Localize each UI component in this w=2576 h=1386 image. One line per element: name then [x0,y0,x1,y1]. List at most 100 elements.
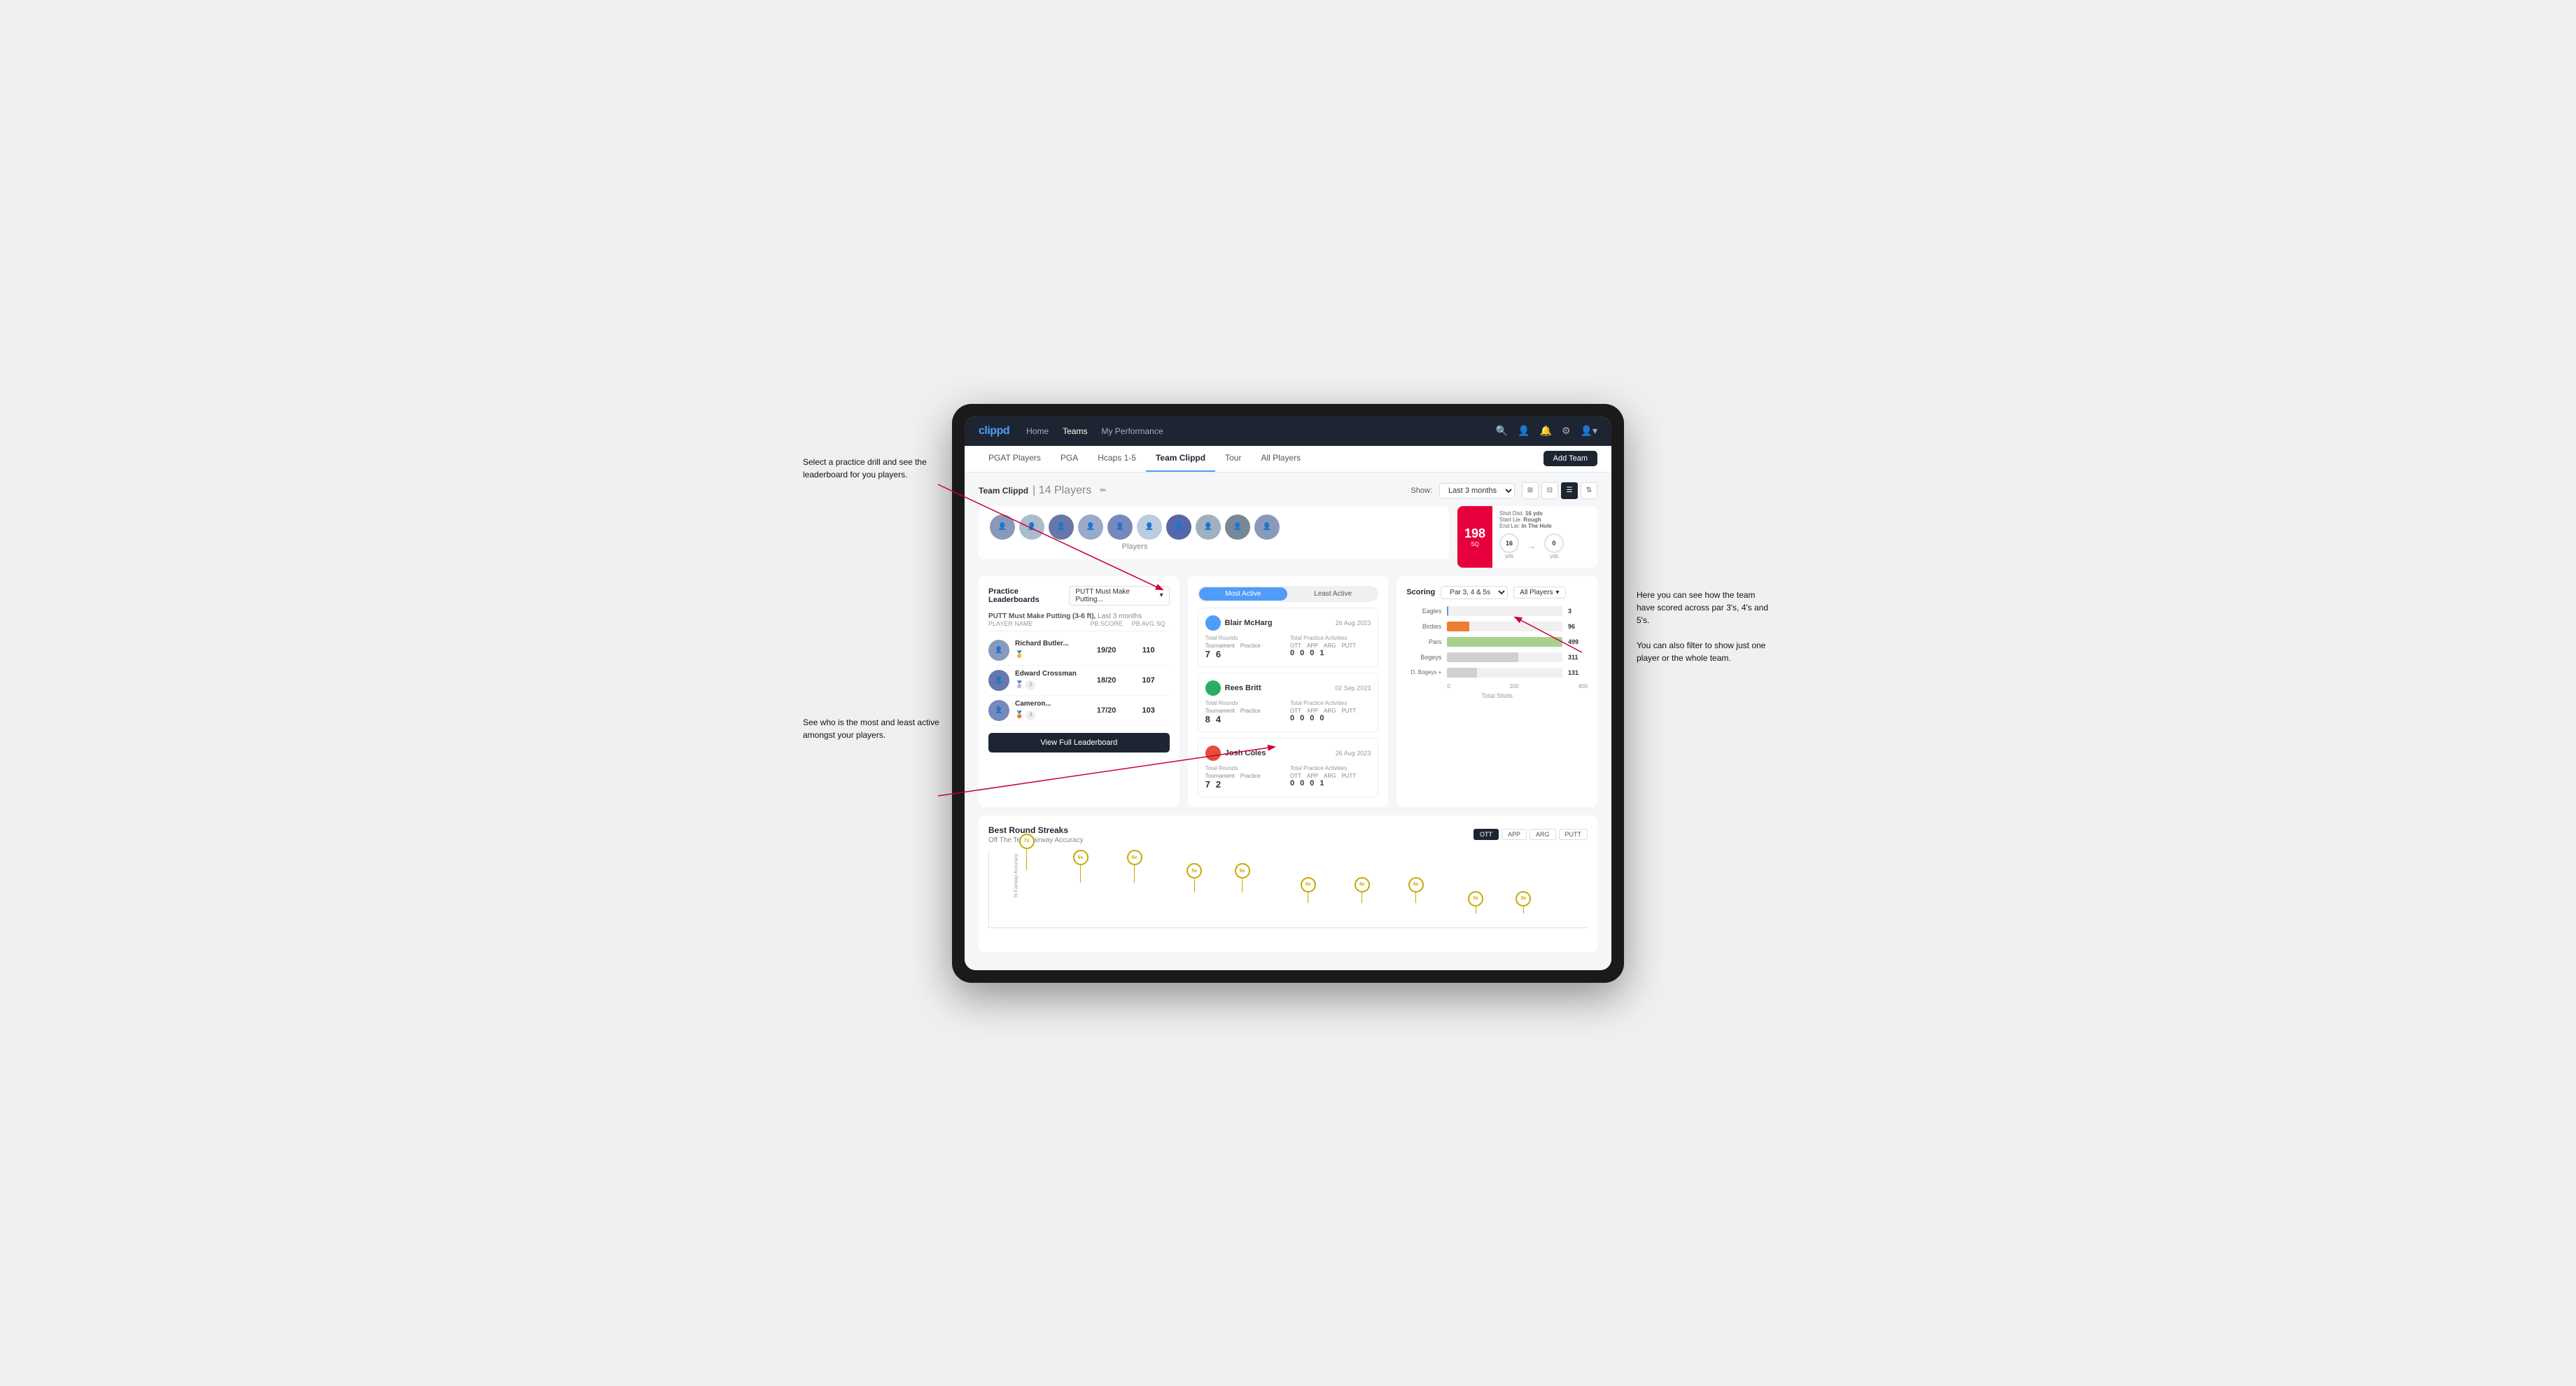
streak-dot-circle-5x-1: 5x [1186,863,1202,878]
shot-info: Shot Dist: 16 yds Start Lie: Rough End L… [1492,506,1597,568]
all-players-filter[interactable]: All Players ▾ [1513,587,1565,598]
nav-home[interactable]: Home [1026,425,1049,438]
player-avatar-3[interactable]: 👤 [1049,514,1074,540]
leaderboard-subtitle: PUTT Must Make Putting (3-6 ft), Last 3 … [988,612,1170,620]
streak-dot-3x-2: 3x [1516,891,1531,913]
pac-practice-2: 4 [1216,714,1221,724]
pac-rounds-sub-1: TournamentPractice [1205,643,1286,649]
players-and-shot: 👤 👤 👤 👤 👤 👤 👤 👤 👤 👤 [979,506,1597,568]
subnav-all-players[interactable]: All Players [1251,445,1310,472]
bar-count-dbogeys: 131 [1568,669,1588,676]
pac-arg-1: 0 [1310,649,1314,657]
pac-rounds-values-2: 8 4 [1205,714,1286,724]
pac-avatar-3 [1205,746,1221,761]
streaks-filter-ott[interactable]: OTT [1474,829,1499,840]
show-select[interactable]: Last 3 months Last 6 months Last year [1439,483,1515,498]
shot-end-lie: End Lie: In The Hole [1499,523,1590,529]
view-sort-btn[interactable]: ⇅ [1581,482,1597,499]
team-count: | 14 Players [1032,484,1091,497]
settings-icon[interactable]: ⚙ [1562,425,1571,437]
streaks-filter-putt[interactable]: PUTT [1559,829,1588,840]
pac-stats-3: Total Rounds TournamentPractice 7 2 [1205,765,1371,790]
pac-rounds-label-1: Total Rounds [1205,635,1286,641]
yds-circle-1: 16 [1499,533,1519,553]
lb-row-2[interactable]: 👤 Edward Crossman 🥈 2 18/20 107 [988,666,1170,696]
team-title: Team Clippd [979,486,1028,496]
player-avatar-7[interactable]: 👤 [1166,514,1191,540]
bar-track-birdies [1447,622,1562,631]
streak-chart-area: 7x 6x 6x [988,851,1588,928]
streaks-filter-arg[interactable]: ARG [1530,829,1556,840]
activity-card-3[interactable]: Josh Coles 26 Aug 2023 Total Rounds Tour… [1198,738,1379,797]
streak-dot-circle-7x: 7x [1019,834,1035,849]
scoring-panel: Scoring Par 3, 4 & 5s Par 3s Par 4s Par … [1396,576,1597,807]
xaxis-200: 200 [1510,683,1519,690]
pac-putt-1: 1 [1320,649,1324,657]
pac-header-2: Rees Britt 02 Sep 2023 [1205,680,1371,696]
streak-dot-4x-3: 4x [1408,877,1424,903]
nav-my-performance[interactable]: My Performance [1101,425,1163,438]
player-avatar-1[interactable]: 👤 [990,514,1015,540]
pac-player-3: Josh Coles [1205,746,1266,761]
view-grid-btn[interactable]: ⊞ [1522,482,1539,499]
view-full-leaderboard-button[interactable]: View Full Leaderboard [988,733,1170,752]
subnav: PGAT Players PGA Hcaps 1-5 Team Clippd T… [965,446,1611,472]
search-icon[interactable]: 🔍 [1496,425,1508,437]
activity-card-1[interactable]: Blair McHarg 26 Aug 2023 Total Rounds To… [1198,608,1379,667]
pac-ott-3: 0 [1290,779,1294,788]
subnav-hcaps[interactable]: Hcaps 1-5 [1088,445,1146,472]
subnav-pga[interactable]: PGA [1051,445,1088,472]
view-detail-btn[interactable]: ☰ [1561,482,1578,499]
subnav-team-clippd[interactable]: Team Clippd [1146,445,1215,472]
pac-app-3: 0 [1300,779,1304,788]
edit-icon[interactable]: ✏ [1100,486,1106,495]
lb-badge-1: 🥇 [1015,651,1023,659]
activity-panel: Most Active Least Active Blair McHarg 26… [1188,576,1389,807]
lb-player-info-3: Cameron... 🥉 3 [1015,700,1086,720]
notification-icon[interactable]: 🔔 [1540,425,1552,437]
view-grid2-btn[interactable]: ⊟ [1541,482,1558,499]
user-search-icon[interactable]: 👤 [1518,425,1530,437]
streaks-subtitle: Off The Tee, Fairway Accuracy [988,836,1084,844]
nav-teams[interactable]: Teams [1063,425,1087,438]
leaderboard-header: Practice Leaderboards PUTT Must Make Put… [988,586,1170,606]
scoring-par-filter[interactable]: Par 3, 4 & 5s Par 3s Par 4s Par 5s [1441,586,1508,599]
chevron-down-icon: ▾ [1160,592,1163,599]
rank-badge-3: 3 [1026,710,1035,720]
lb-avg-2: 107 [1128,676,1170,685]
pac-name-3: Josh Coles [1225,749,1266,757]
bar-count-bogeys: 311 [1568,654,1588,661]
leaderboard-filter[interactable]: PUTT Must Make Putting... ▾ [1069,586,1169,606]
profile-icon[interactable]: 👤▾ [1581,425,1597,437]
lb-score-2: 18/20 [1086,676,1128,685]
brand-logo[interactable]: clippd [979,425,1009,438]
player-avatar-8[interactable]: 👤 [1196,514,1221,540]
streak-dot-6x-1: 6x [1073,850,1088,883]
player-avatar-6[interactable]: 👤 [1137,514,1162,540]
arrow-right-icon: → [1527,541,1536,551]
add-team-button[interactable]: Add Team [1544,451,1597,466]
subnav-pgat[interactable]: PGAT Players [979,445,1051,472]
activity-card-2[interactable]: Rees Britt 02 Sep 2023 Total Rounds Tour… [1198,673,1379,732]
tab-most-active[interactable]: Most Active [1199,587,1287,601]
player-avatar-10[interactable]: 👤 [1254,514,1280,540]
yds-circle-2: 0 [1544,533,1564,553]
pac-app-2: 0 [1300,714,1304,722]
subnav-tour[interactable]: Tour [1215,445,1251,472]
bar-chart: Eagles 3 Birdies [1406,606,1588,699]
lb-row-3[interactable]: 👤 Cameron... 🥉 3 17/20 103 [988,696,1170,726]
shot-label: SQ [1471,541,1479,547]
pac-rounds-label-2: Total Rounds [1205,700,1286,706]
streak-dot-line-6x-1 [1080,865,1081,883]
player-avatar-9[interactable]: 👤 [1225,514,1250,540]
pac-ott-2: 0 [1290,714,1294,722]
player-avatar-4[interactable]: 👤 [1078,514,1103,540]
main-content: Team Clippd | 14 Players ✏ Show: Last 3 … [965,472,1611,970]
player-avatar-5[interactable]: 👤 [1107,514,1133,540]
tab-least-active[interactable]: Least Active [1289,587,1377,601]
player-avatar-2[interactable]: 👤 [1019,514,1044,540]
streak-dot-circle-6x-1: 6x [1073,850,1088,865]
streaks-filter-app[interactable]: APP [1502,829,1527,840]
medal-gold-icon: 🥇 [1015,651,1023,659]
lb-row-1[interactable]: 👤 Richard Butler... 🥇 19/20 110 [988,636,1170,666]
